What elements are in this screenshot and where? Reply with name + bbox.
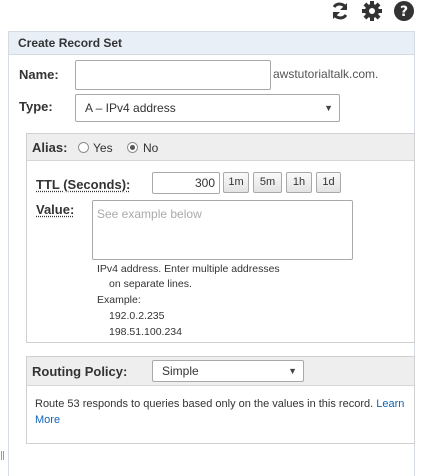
value-help-line1: IPv4 address. Enter multiple addresses [97,263,280,275]
type-select-value: A – IPv4 address [85,101,176,115]
type-label: Type: [19,99,53,114]
learn-more-link-part2[interactable]: More [35,414,60,426]
help-icon[interactable]: ? [393,0,415,22]
ttl-label: TTL (Seconds): [36,177,131,192]
gear-icon[interactable] [361,0,383,22]
alias-yes-label: Yes [93,141,113,155]
value-help-line2: on separate lines. [109,278,192,290]
panel-title: Create Record Set [9,32,414,55]
chevron-down-icon: ▼ [288,366,297,376]
learn-more-link-part1[interactable]: Learn [376,398,404,410]
example-ip-2: 198.51.100.234 [109,326,182,338]
alias-header: Alias: Yes No [27,134,414,161]
name-input[interactable] [75,60,271,90]
create-record-set-panel: Create Record Set Name: awstutorialtalk.… [8,31,415,476]
example-label: Example: [97,294,141,306]
routing-policy-label: Routing Policy: [32,364,128,379]
routing-policy-value: Simple [162,364,199,378]
chevron-down-icon: ▼ [324,103,333,113]
name-label: Name: [19,67,59,82]
svg-text:?: ? [400,4,408,20]
resize-handle[interactable] [1,451,4,460]
refresh-icon[interactable] [329,0,351,22]
value-label: Value: [36,202,75,217]
routing-header: Routing Policy: Simple ▼ [27,357,414,386]
ttl-input[interactable] [152,172,220,194]
alias-no-label: No [143,141,159,155]
type-select[interactable]: A – IPv4 address ▼ [75,94,340,122]
routing-policy-section: Routing Policy: Simple ▼ Route 53 respon… [26,356,415,444]
routing-description-text: Route 53 responds to queries based only … [35,398,374,410]
ttl-5m-button[interactable]: 5m [253,172,282,193]
ttl-1d-button[interactable]: 1d [316,172,341,193]
record-details-section: Alias: Yes No TTL (Seconds): 1m 5m 1h 1d… [26,133,415,343]
ttl-1h-button[interactable]: 1h [286,172,312,193]
alias-no-radio[interactable] [127,142,138,153]
routing-policy-select[interactable]: Simple ▼ [152,360,304,382]
value-textarea[interactable] [92,200,353,260]
alias-yes-radio[interactable] [78,142,89,153]
example-ip-1: 192.0.2.235 [109,310,165,322]
domain-suffix: awstutorialtalk.com. [273,67,379,81]
toolbar-icons: ? [329,0,415,22]
ttl-1m-button[interactable]: 1m [223,172,249,193]
routing-description: Route 53 responds to queries based only … [35,396,413,428]
alias-label: Alias: [32,140,68,155]
